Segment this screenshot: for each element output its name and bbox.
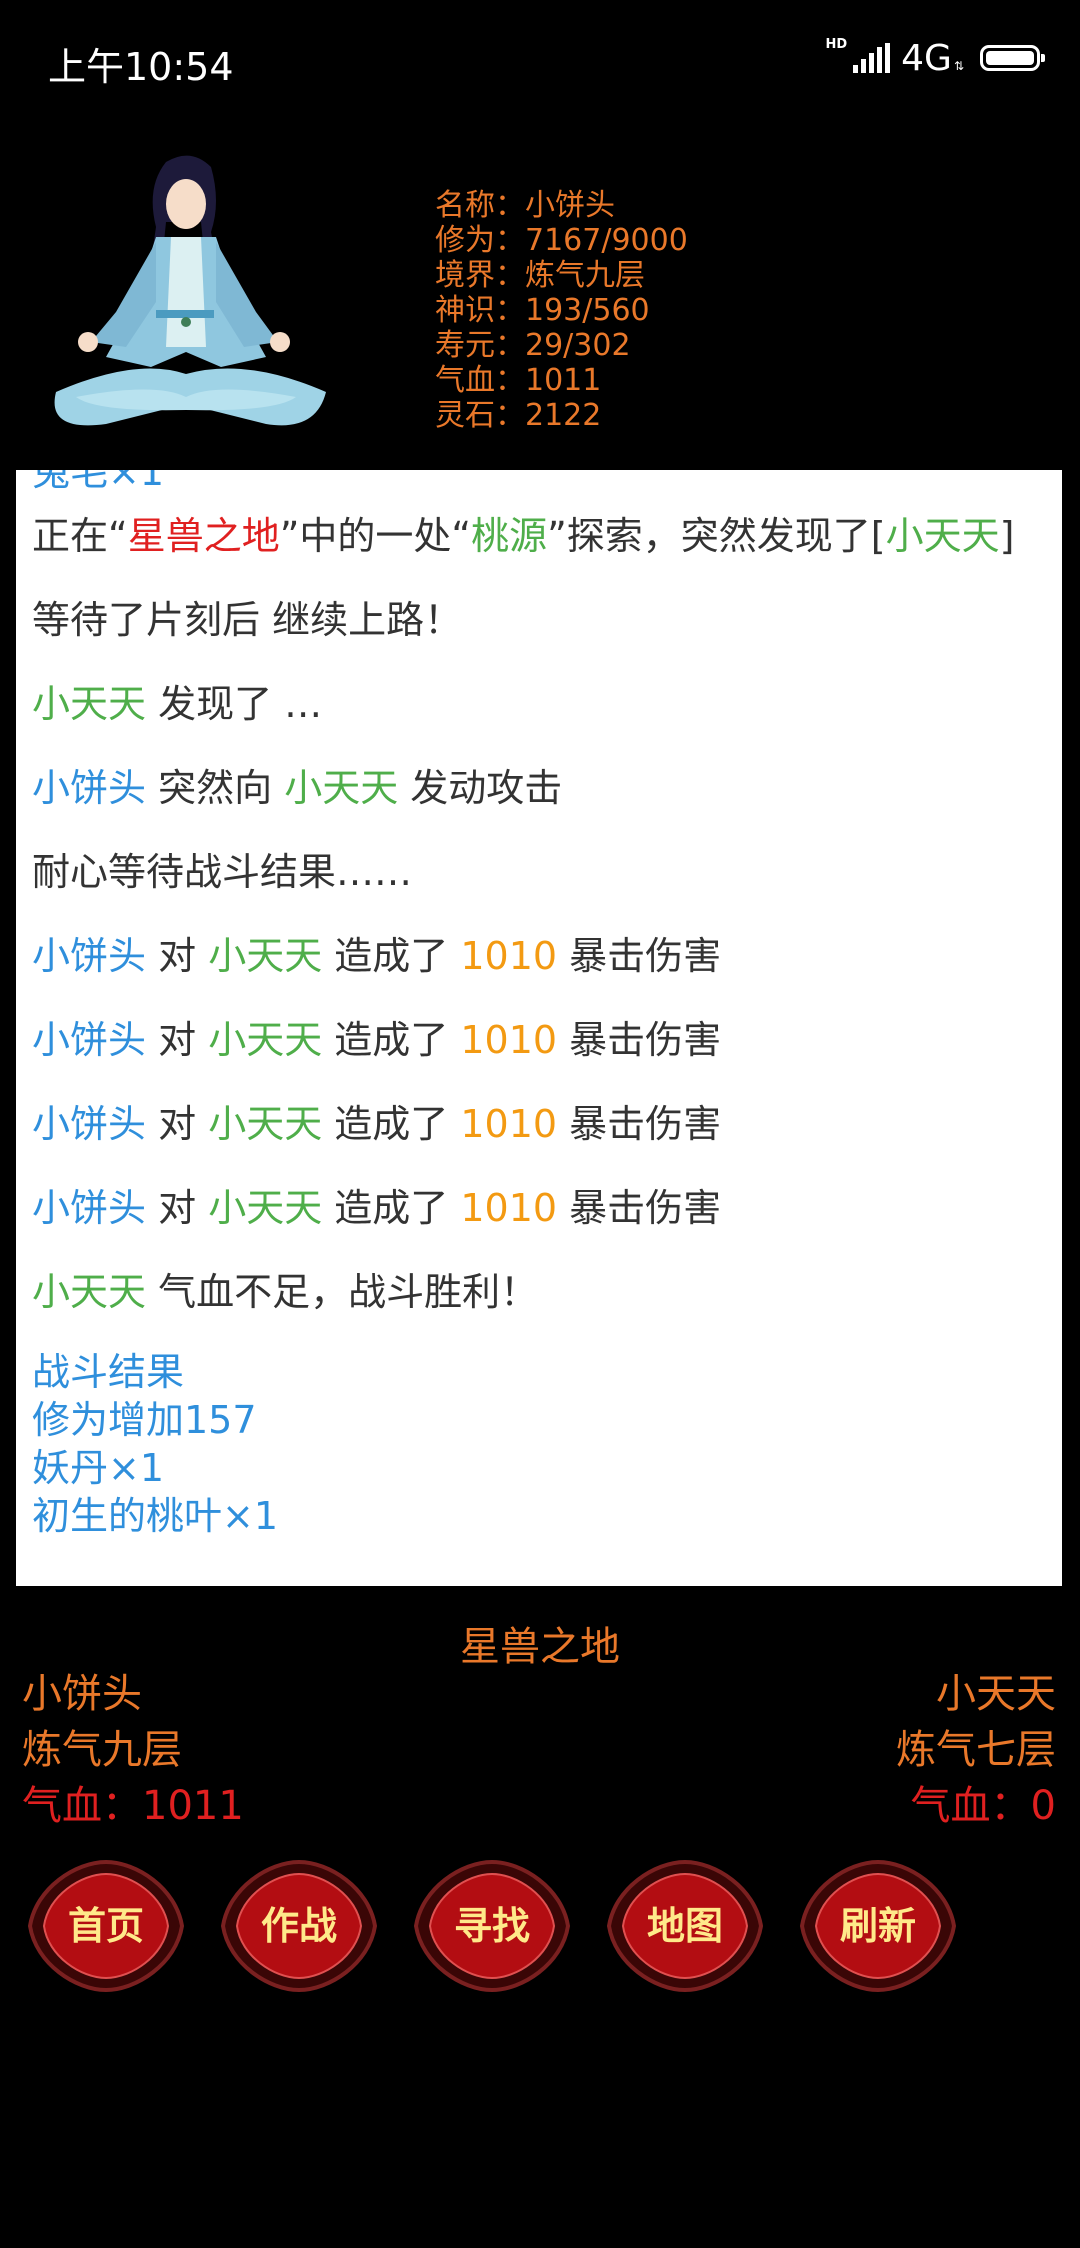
map-button[interactable]: 地图	[605, 1858, 765, 1994]
log-damage: 1010	[460, 1018, 558, 1062]
log-text: 暴击伤害	[557, 934, 722, 978]
map-label: 地图	[646, 1904, 723, 1948]
log-text: 突然向	[146, 766, 285, 810]
log-text: 造成了	[322, 1102, 461, 1146]
stat-name: 名称：小饼头	[435, 188, 615, 223]
log-line-hit: 小饼头 对 小天天 造成了 1010 暴击伤害	[32, 1166, 1048, 1250]
player-name: 小饼头	[22, 1671, 142, 1717]
search-label: 寻找	[453, 1904, 530, 1948]
log-enemy: 小天天	[32, 1270, 147, 1314]
log-line-explore: 正在“星兽之地”中的一处“桃源”探索，突然发现了[小天天]	[32, 494, 1048, 578]
log-text: ”中的一处“	[279, 514, 472, 558]
result-line: 修为增加157	[32, 1398, 257, 1442]
status-bar: 上午10:54 HD 4G ⇅	[0, 0, 1080, 118]
stat-spirit-stones: 灵石：2122	[435, 398, 602, 433]
log-text: 对	[146, 1102, 209, 1146]
refresh-button[interactable]: 刷新	[798, 1858, 958, 1994]
log-text: 对	[146, 1018, 209, 1062]
cultivator-avatar-image	[54, 155, 327, 426]
stat-realm: 境界：炼气九层	[435, 258, 645, 293]
log-enemy: 小天天	[32, 682, 147, 726]
enemy-hp: 气血：0	[910, 1783, 1056, 1829]
home-button[interactable]: 首页	[26, 1858, 186, 1994]
stat-spirit-sense: 神识：193/560	[435, 293, 650, 328]
log-text: 暴击伤害	[557, 1102, 722, 1146]
log-enemy: 小天天	[885, 514, 1000, 558]
log-enemy: 小天天	[208, 1018, 323, 1062]
result-title: 战斗结果	[32, 1350, 185, 1394]
action-bar: 首页 作战 寻找 地图 刷新	[26, 1858, 1056, 1994]
status-icons: HD 4G ⇅	[825, 36, 1045, 80]
stat-hp: 气血：1011	[435, 363, 602, 398]
battle-button[interactable]: 作战	[219, 1858, 379, 1994]
log-damage: 1010	[460, 934, 558, 978]
data-arrows-icon: ⇅	[953, 59, 964, 73]
log-damage: 1010	[460, 1186, 558, 1230]
battle-label: 作战	[260, 1904, 337, 1948]
battle-location: 星兽之地	[460, 1624, 620, 1670]
log-text: 发动攻击	[398, 766, 563, 810]
log-text: 发现了 …	[146, 682, 323, 726]
log-text: 对	[146, 1186, 209, 1230]
result-line: 妖丹×1	[32, 1446, 165, 1490]
log-line-attack: 小饼头 突然向 小天天 发动攻击	[32, 746, 1048, 830]
hd-label: HD	[825, 36, 848, 52]
battle-info: 星兽之地 小饼头 炼气九层 气血：1011 小天天 炼气七层 气血：0	[0, 1610, 1080, 1840]
player-hp: 气血：1011	[22, 1783, 244, 1829]
log-text: 对	[146, 934, 209, 978]
log-text: 造成了	[322, 1018, 461, 1062]
log-player: 小饼头	[32, 934, 147, 978]
log-line-wait: 等待了片刻后 继续上路！	[32, 598, 463, 642]
log-player: 小饼头	[32, 1102, 147, 1146]
log-enemy: 小天天	[208, 934, 323, 978]
log-spot: 桃源	[471, 514, 548, 558]
log-line-found: 小天天 发现了 …	[32, 662, 1048, 746]
battery-icon	[980, 45, 1045, 71]
enemy-name: 小天天	[936, 1671, 1056, 1717]
enemy-info: 小天天 炼气七层 气血：0	[896, 1666, 1056, 1834]
log-text: 气血不足，战斗胜利！	[146, 1270, 539, 1314]
stat-cultivation: 修为：7167/9000	[435, 223, 688, 258]
search-button[interactable]: 寻找	[412, 1858, 572, 1994]
character-header: 名称：小饼头 修为：7167/9000 境界：炼气九层 神识：193/560 寿…	[0, 118, 1080, 470]
log-text: 造成了	[322, 934, 461, 978]
log-line-cut: 兔毛×1	[32, 470, 165, 494]
enemy-realm: 炼气七层	[896, 1727, 1056, 1773]
signal-icon	[853, 43, 891, 73]
battle-log-panel[interactable]: 兔毛×1 正在“星兽之地”中的一处“桃源”探索，突然发现了[小天天] 等待了片刻…	[16, 470, 1062, 1586]
character-stats: 名称：小饼头 修为：7167/9000 境界：炼气九层 神识：193/560 寿…	[435, 188, 688, 433]
log-text: 造成了	[322, 1186, 461, 1230]
battle-result: 战斗结果 修为增加157 妖丹×1 初生的桃叶×1	[32, 1334, 1048, 1540]
result-line: 初生的桃叶×1	[32, 1494, 279, 1538]
log-text: ]	[999, 514, 1015, 558]
log-enemy: 小天天	[208, 1102, 323, 1146]
log-line-hit: 小饼头 对 小天天 造成了 1010 暴击伤害	[32, 914, 1048, 998]
player-info: 小饼头 炼气九层 气血：1011	[22, 1666, 244, 1834]
log-line-hit: 小饼头 对 小天天 造成了 1010 暴击伤害	[32, 998, 1048, 1082]
stat-lifespan: 寿元：29/302	[435, 328, 631, 363]
home-label: 首页	[67, 1904, 144, 1948]
log-text: ”探索，突然发现了[	[547, 514, 886, 558]
log-player: 小饼头	[32, 1186, 147, 1230]
network-type: 4G	[901, 37, 952, 79]
log-place: 星兽之地	[127, 514, 280, 558]
log-line-victory: 小天天 气血不足，战斗胜利！	[32, 1250, 1048, 1334]
player-realm: 炼气九层	[22, 1727, 182, 1773]
log-text: 暴击伤害	[557, 1018, 722, 1062]
log-player: 小饼头	[32, 1018, 147, 1062]
log-line-waiting: 耐心等待战斗结果……	[32, 850, 413, 894]
refresh-label: 刷新	[839, 1904, 916, 1948]
log-enemy: 小天天	[208, 1186, 323, 1230]
log-text: 暴击伤害	[557, 1186, 722, 1230]
status-time: 上午10:54	[48, 45, 234, 89]
log-player: 小饼头	[32, 766, 147, 810]
log-text: 正在“	[32, 514, 128, 558]
log-damage: 1010	[460, 1102, 558, 1146]
log-enemy: 小天天	[284, 766, 399, 810]
log-line-hit: 小饼头 对 小天天 造成了 1010 暴击伤害	[32, 1082, 1048, 1166]
